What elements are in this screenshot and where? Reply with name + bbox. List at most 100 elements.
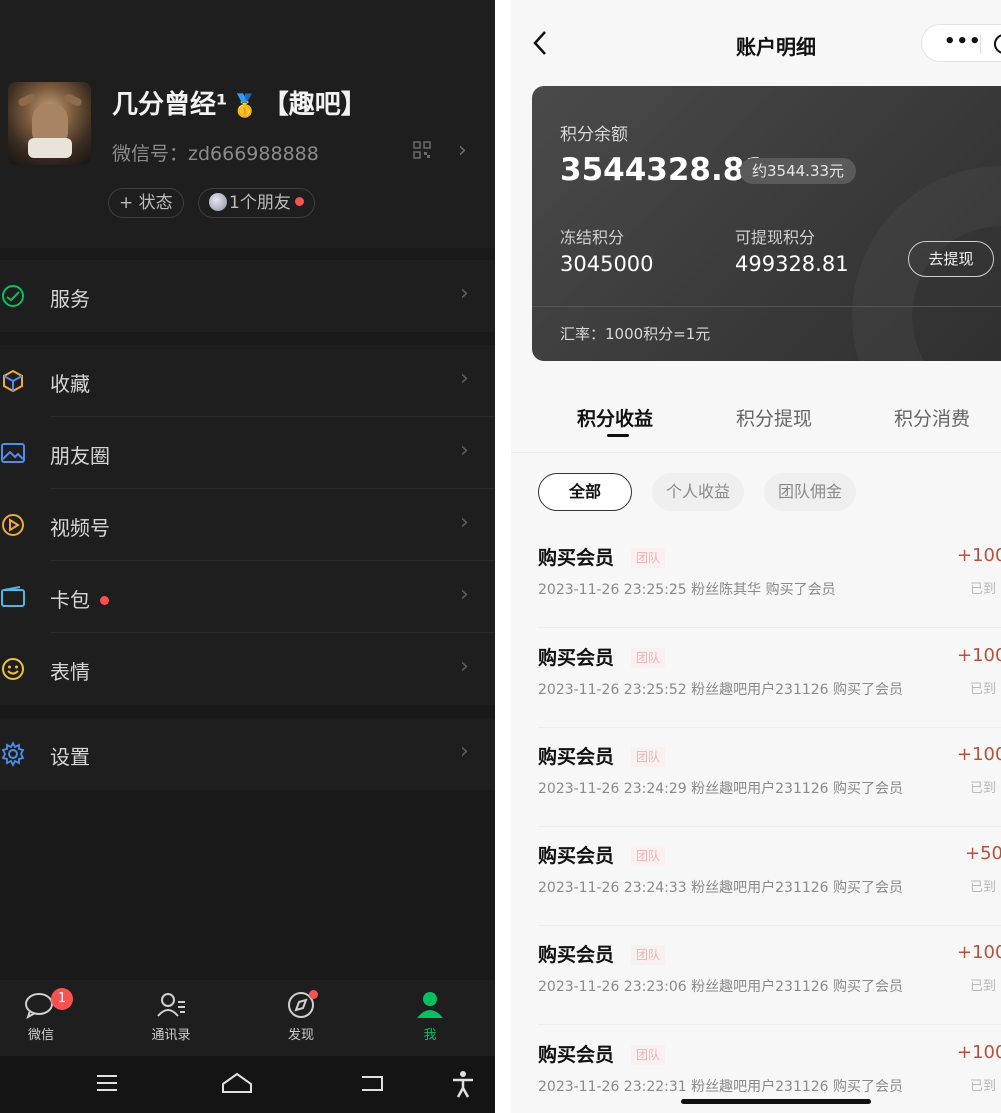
wechat-id: 微信号：zd666988888 [112,143,319,165]
withdraw-button[interactable]: 去提现 [908,241,994,277]
record-status: 已到 [970,979,997,994]
menu-item-service[interactable]: 服务 › [0,260,495,332]
record-amount: +100 [957,645,1001,666]
screen-divider [495,0,511,1113]
menu-item-cards[interactable]: 卡包 › [0,561,495,633]
channels-icon [2,514,24,536]
menu-label: 表情 [50,660,90,684]
withdrawable-label: 可提现积分 [735,228,816,247]
record-title: 购买会员 [538,845,615,867]
record-status: 已到 [970,781,997,796]
record-title: 购买会员 [538,547,615,569]
tab-points-withdraw[interactable]: 积分提现 [736,404,812,431]
tab-points-consume[interactable]: 积分消费 [894,404,970,431]
more-icon[interactable]: ••• [944,31,982,52]
record-detail: 2023-11-26 23:23:06 粉丝趣吧用户231126 购买了会员 [538,979,904,995]
record-status: 已到 [970,582,997,597]
tab-discover[interactable]: 发现 [261,990,341,1043]
chevron-right-icon: › [460,366,469,391]
tab-chats[interactable]: 1 微信 [1,988,81,1043]
record-amount: +100 [957,1042,1001,1063]
navigation-bar: 账户明细 ••• [511,0,1001,86]
chevron-right-icon: › [460,510,469,535]
record-amount: +100 [957,942,1001,963]
menu-item-stickers[interactable]: 表情 › [0,633,495,705]
menu-label: 视频号 [50,516,110,540]
menu-group-service: 服务 › [0,260,495,332]
team-tag: 团队 [631,945,666,965]
record-status: 已到 [970,1079,997,1094]
friends-label: 1个朋友 [229,193,291,213]
friends-status-button[interactable]: 1个朋友 [198,188,315,218]
record-amount: +50 [965,843,1001,864]
chevron-right-icon: › [460,438,469,463]
record-amount: +100 [957,744,1001,765]
avatar[interactable] [8,82,91,165]
close-icon[interactable] [994,34,1001,54]
list-item[interactable]: 购买会员 团队 2023-11-26 23:24:33 粉丝趣吧用户231126… [511,841,1001,941]
record-detail: 2023-11-26 23:25:25 粉丝陈其华 购买了会员 [538,582,836,598]
wechat-me-screen: 几分曾经¹ 🥇 【趣吧】 微信号：zd666988888 › + 状态 1个朋友 服… [0,0,495,1113]
list-item[interactable]: 购买会员 团队 2023-11-26 23:23:06 粉丝趣吧用户231126… [511,940,1001,1040]
menu-item-channels[interactable]: 视频号 › [0,489,495,561]
person-icon [417,992,443,1018]
record-amount: +100 [957,545,1001,566]
cards-icon [1,586,25,607]
points-tabs: 积分收益 积分提现 积分消费 [511,390,1001,452]
chevron-right-icon[interactable]: › [458,138,467,163]
nickname-text: 几分曾经¹ [112,90,228,120]
menu-item-favorites[interactable]: 收藏 › [0,345,495,417]
frozen-value: 3045000 [560,252,654,276]
balance-label: 积分余额 [560,125,628,145]
menu-item-settings[interactable]: 设置 › [0,718,495,790]
tab-label: 我 [423,1028,437,1043]
home-icon[interactable] [220,1070,254,1096]
menu-label: 收藏 [50,372,90,396]
moments-icon [1,443,25,463]
friend-avatar-icon [209,193,227,211]
back-nav-icon[interactable] [358,1070,386,1096]
status-button[interactable]: + 状态 [108,188,184,218]
frozen-label: 冻结积分 [560,228,625,247]
menu-label: 设置 [50,745,90,769]
list-item[interactable]: 购买会员 团队 2023-11-26 23:25:52 粉丝趣吧用户231126… [511,643,1001,743]
contacts-icon [157,993,185,1017]
nickname: 几分曾经¹ 🥇 【趣吧】 [112,84,367,121]
accessibility-icon[interactable] [450,1070,476,1098]
home-indicator [681,1099,871,1104]
tab-contacts[interactable]: 通讯录 [131,990,211,1043]
qr-code-icon[interactable] [413,141,431,159]
menu-label: 朋友圈 [50,444,110,468]
team-tag: 团队 [631,747,666,767]
filter-personal[interactable]: 个人收益 [652,473,744,511]
record-status: 已到 [970,682,997,697]
menu-icon[interactable] [94,1070,120,1096]
team-tag: 团队 [631,1045,666,1065]
account-detail-screen: 账户明细 ••• 积分余额 3544328.81 约3544.33元 冻结积分 … [511,0,1001,1113]
filter-team[interactable]: 团队佣金 [764,473,856,511]
tab-points-income[interactable]: 积分收益 [577,404,653,431]
filter-all[interactable]: 全部 [538,473,632,511]
sticker-icon [2,658,24,680]
record-status: 已到 [970,880,997,895]
active-tab-indicator [607,434,629,437]
favorites-icon [3,369,23,393]
exchange-rate: 汇率：1000积分=1元 [560,325,711,343]
list-item[interactable]: 购买会员 团队 2023-11-26 23:24:29 粉丝趣吧用户231126… [511,742,1001,842]
mini-program-capsule: ••• [921,24,1001,62]
profile-header[interactable]: 几分曾经¹ 🥇 【趣吧】 微信号：zd666988888 › + 状态 1个朋友 [0,0,495,248]
menu-label: 卡包 [50,584,109,613]
menu-item-moments[interactable]: 朋友圈 › [0,417,495,489]
balance-value: 3544328.81 [560,152,766,188]
red-dot-icon [100,596,109,605]
tab-me[interactable]: 我 [390,990,470,1043]
chevron-right-icon: › [460,582,469,607]
record-detail: 2023-11-26 23:24:33 粉丝趣吧用户231126 购买了会员 [538,880,904,896]
bottom-tabbar: 1 微信 通讯录 发现 我 [0,980,495,1056]
chevron-right-icon: › [460,654,469,679]
list-item[interactable]: 购买会员 团队 2023-11-26 23:25:25 粉丝陈其华 购买了会员 … [511,543,1001,643]
unread-badge: 1 [51,988,73,1010]
menu-group-main: 收藏 › 朋友圈 › 视频号 › 卡包 › 表情 › [0,345,495,705]
team-tag: 团队 [631,648,666,668]
record-title: 购买会员 [538,944,615,966]
